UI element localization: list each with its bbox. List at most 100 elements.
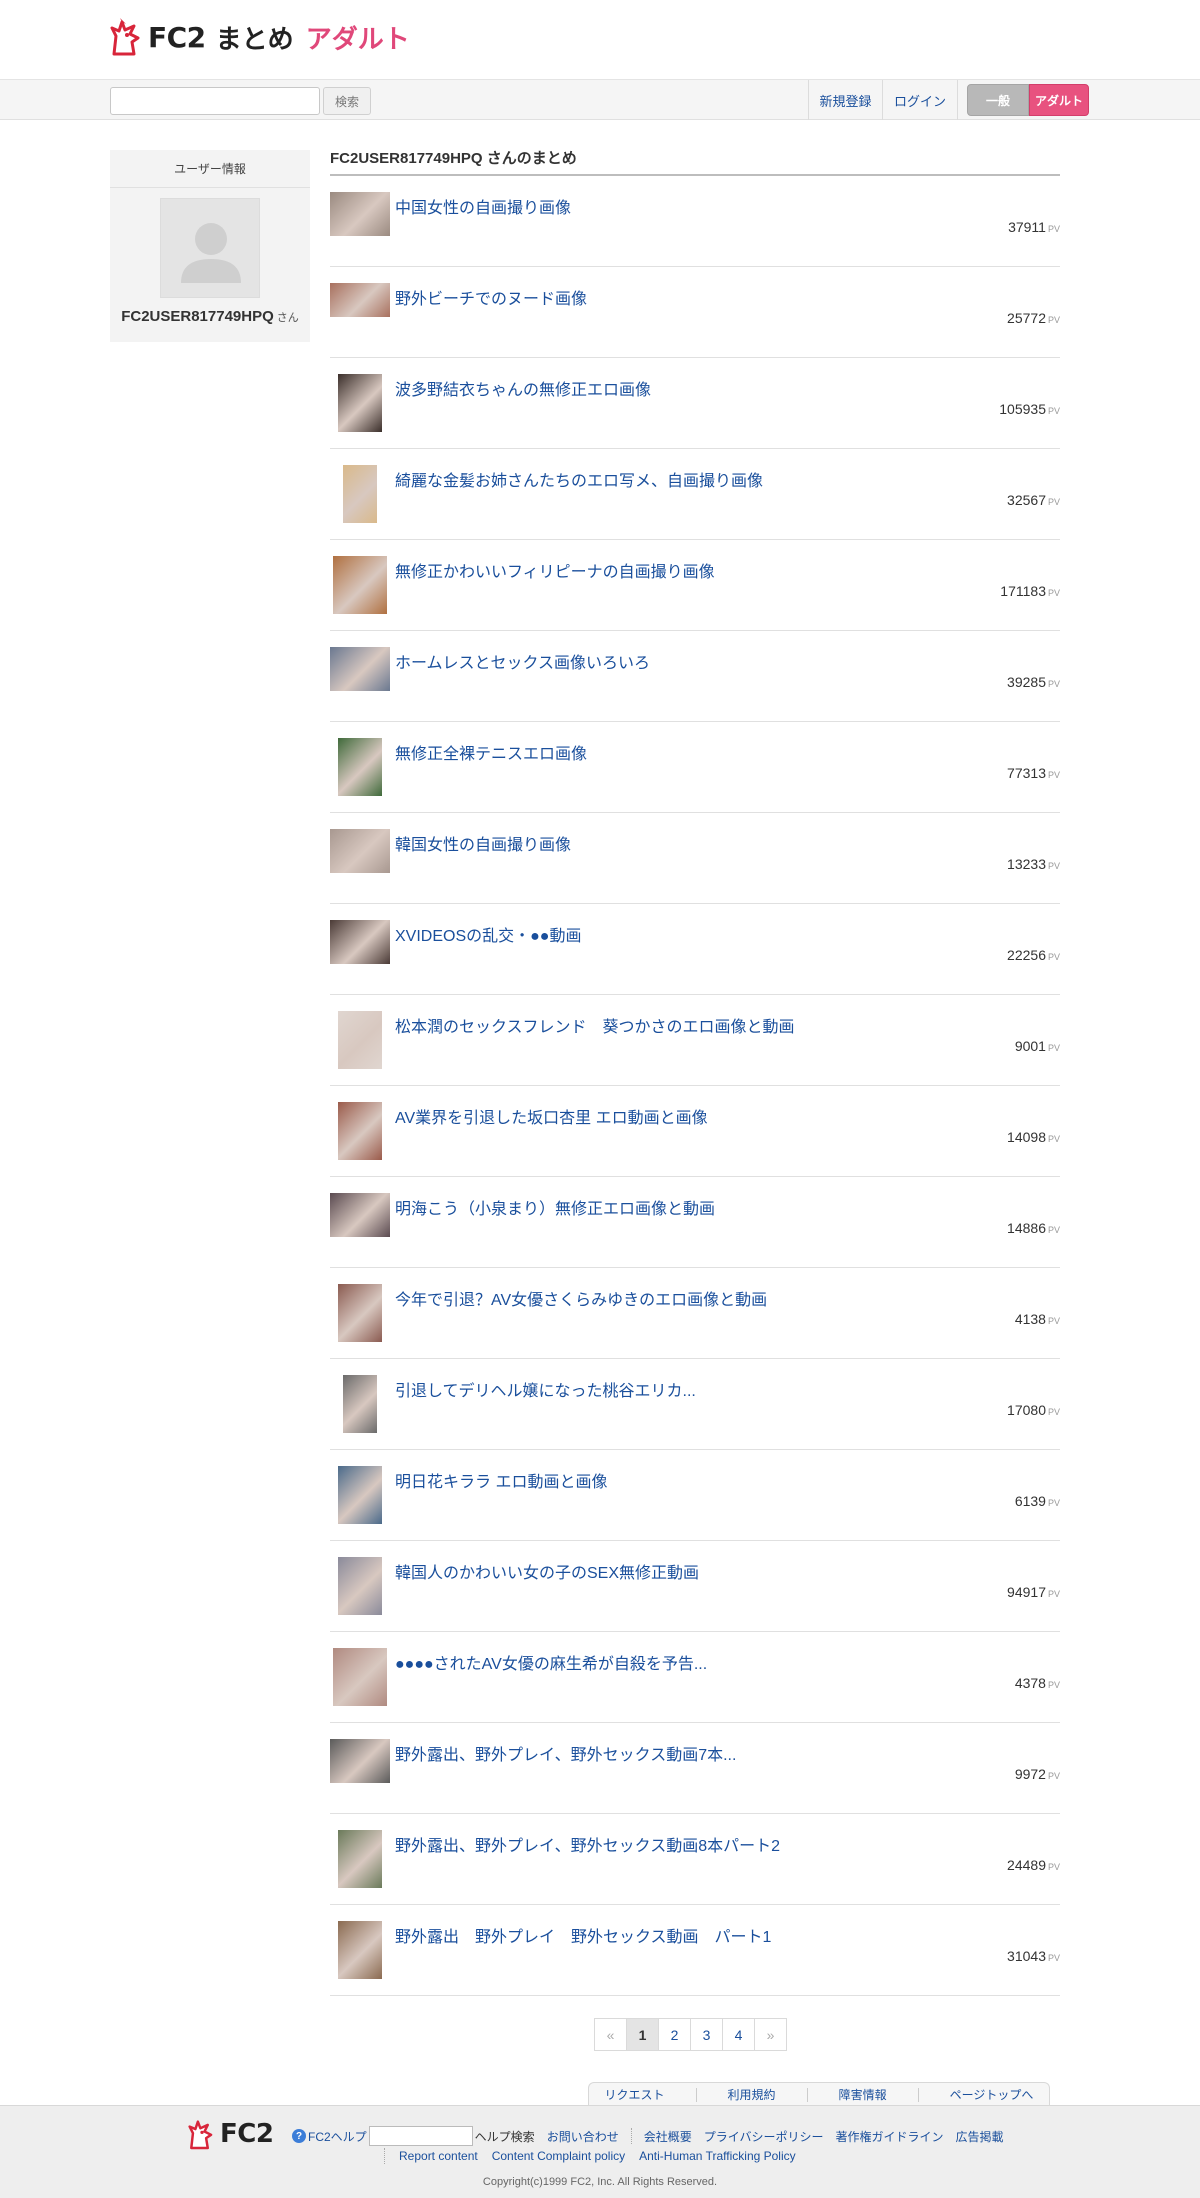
item-title-link[interactable]: 引退してデリヘル嬢になった桃谷エリカ... xyxy=(395,1377,696,1401)
username-text: FC2USER817749HPQ xyxy=(121,308,274,325)
item-title-link[interactable]: ホームレスとセックス画像いろいろ xyxy=(395,649,650,673)
item-thumbnail[interactable] xyxy=(330,920,390,976)
item-title-link[interactable]: 野外ビーチでのヌード画像 xyxy=(395,285,587,309)
register-link[interactable]: 新規登録 xyxy=(808,80,882,120)
main-content: FC2USER817749HPQ さんのまとめ 中国女性の自画撮り画像 37911… xyxy=(330,148,1060,1996)
item-title-link[interactable]: 野外露出 野外プレイ 野外セックス動画 パート1 xyxy=(395,1923,771,1947)
trafficking-policy-link[interactable]: Anti-Human Trafficking Policy xyxy=(639,2149,796,2163)
item-thumbnail[interactable] xyxy=(330,556,390,614)
item-title-link[interactable]: 野外露出、野外プレイ、野外セックス動画7本... xyxy=(395,1741,736,1765)
pv-value: 37911 xyxy=(1008,219,1046,235)
avatar[interactable] xyxy=(160,198,260,298)
footer-tab-request[interactable]: リクエスト xyxy=(605,2086,665,2103)
item-title-link[interactable]: 波多野結衣ちゃんの無修正エロ画像 xyxy=(395,376,651,400)
advertising-link[interactable]: 広告掲載 xyxy=(956,2128,1004,2145)
pagination-prev-button[interactable]: « xyxy=(594,2018,627,2051)
company-link[interactable]: 会社概要 xyxy=(644,2128,692,2145)
pagination-page-4[interactable]: 4 xyxy=(722,2018,755,2051)
item-thumbnail[interactable] xyxy=(330,647,390,703)
item-pv-count: 9001 PV xyxy=(1015,1038,1060,1054)
item-thumbnail[interactable] xyxy=(330,1375,390,1433)
item-title-link[interactable]: 明日花キララ エロ動画と画像 xyxy=(395,1468,607,1492)
privacy-link[interactable]: プライバシーポリシー xyxy=(704,2128,824,2145)
footer-tab-terms[interactable]: 利用規約 xyxy=(728,2086,776,2103)
list-item: 無修正全裸テニスエロ画像 77313 PV xyxy=(330,722,1060,813)
pv-value: 13233 xyxy=(1007,856,1046,872)
item-title-link[interactable]: ●●●●されたAV女優の麻生希が自殺を予告... xyxy=(395,1650,707,1674)
contact-link[interactable]: お問い合わせ xyxy=(547,2128,619,2145)
list-item: ●●●●されたAV女優の麻生希が自殺を予告... 4378 PV xyxy=(330,1632,1060,1723)
list-item: AV業界を引退した坂口杏里 エロ動画と画像 14098 PV xyxy=(330,1086,1060,1177)
copyright-text: Copyright(c)1999 FC2, Inc. All Rights Re… xyxy=(482,2176,718,2188)
report-content-link[interactable]: Report content xyxy=(399,2149,478,2163)
item-title-link[interactable]: 松本潤のセックスフレンド 葵つかさのエロ画像と動画 xyxy=(395,1013,795,1037)
item-thumbnail[interactable] xyxy=(330,374,390,432)
item-title-link[interactable]: 無修正全裸テニスエロ画像 xyxy=(395,740,587,764)
item-pv-count: 77313 PV xyxy=(1007,765,1060,781)
item-pv-count: 6139 PV xyxy=(1015,1493,1060,1509)
search-input[interactable] xyxy=(110,87,320,115)
footer-logo[interactable]: FC2 xyxy=(188,2118,274,2150)
item-thumbnail[interactable] xyxy=(330,738,390,796)
login-link[interactable]: ログイン xyxy=(882,80,958,120)
item-thumbnail[interactable] xyxy=(330,1466,390,1524)
thumbnail-image xyxy=(338,1830,382,1888)
item-title-link[interactable]: 無修正かわいいフィリピーナの自画撮り画像 xyxy=(395,558,715,582)
item-thumbnail[interactable] xyxy=(330,192,390,248)
adult-mode-button[interactable]: アダルト xyxy=(1029,84,1089,116)
pv-unit: PV xyxy=(1047,224,1060,234)
complaint-policy-link[interactable]: Content Complaint policy xyxy=(492,2149,625,2163)
fc2-unicorn-logo-icon xyxy=(110,18,140,56)
site-logo[interactable]: FC2 まとめ アダルト xyxy=(110,18,410,56)
item-thumbnail[interactable] xyxy=(330,1284,390,1342)
footer-tab-status[interactable]: 障害情報 xyxy=(839,2086,887,2103)
general-mode-button[interactable]: 一般 xyxy=(967,84,1029,116)
fc2-unicorn-logo-icon xyxy=(188,2120,213,2150)
item-thumbnail[interactable] xyxy=(330,829,390,885)
item-pv-count: 14886 PV xyxy=(1007,1220,1060,1236)
item-title-link[interactable]: 韓国人のかわいい女の子のSEX無修正動画 xyxy=(395,1559,699,1583)
pagination-page-2[interactable]: 2 xyxy=(658,2018,691,2051)
item-pv-count: 105935 PV xyxy=(999,401,1060,417)
help-search-button[interactable]: ヘルプ検索 xyxy=(475,2128,535,2145)
item-title-link[interactable]: 明海こう（小泉まり）無修正エロ画像と動画 xyxy=(395,1195,715,1219)
item-title-link[interactable]: XVIDEOSの乱交・●●動画 xyxy=(395,922,581,946)
item-title-link[interactable]: 韓国女性の自画撮り画像 xyxy=(395,831,571,855)
user-info-heading: ユーザー情報 xyxy=(110,150,310,188)
thumbnail-image xyxy=(330,283,390,317)
item-thumbnail[interactable] xyxy=(330,1739,390,1795)
item-thumbnail[interactable] xyxy=(330,1648,390,1706)
fc2-help-link[interactable]: FC2ヘルプ xyxy=(308,2128,367,2145)
item-thumbnail[interactable] xyxy=(330,1830,390,1888)
footer-divider xyxy=(630,2128,632,2144)
pv-unit: PV xyxy=(1047,1953,1060,1963)
item-title-link[interactable]: 中国女性の自画撮り画像 xyxy=(395,194,571,218)
item-thumbnail[interactable] xyxy=(330,1011,390,1069)
pagination-next-button[interactable]: » xyxy=(754,2018,787,2051)
search-button[interactable]: 検索 xyxy=(323,87,371,115)
item-thumbnail[interactable] xyxy=(330,283,390,339)
item-pv-count: 4378 PV xyxy=(1015,1675,1060,1691)
item-thumbnail[interactable] xyxy=(330,1921,390,1979)
pagination-page-1[interactable]: 1 xyxy=(626,2018,659,2051)
list-item: 今年で引退？AV女優さくらみゆきのエロ画像と動画 4138 PV xyxy=(330,1268,1060,1359)
copyright-guideline-link[interactable]: 著作権ガイドライン xyxy=(835,2128,943,2145)
footer-tab-pagetop[interactable]: ページトップへ xyxy=(950,2086,1034,2103)
item-thumbnail[interactable] xyxy=(330,1102,390,1160)
item-thumbnail[interactable] xyxy=(330,1557,390,1615)
list-item: 韓国女性の自画撮り画像 13233 PV xyxy=(330,813,1060,904)
item-title-link[interactable]: 綺麗な金髪お姉さんたちのエロ写メ、自画撮り画像 xyxy=(395,467,763,491)
item-title-link[interactable]: 野外露出、野外プレイ、野外セックス動画8本パート2 xyxy=(395,1832,780,1856)
pagination-page-3[interactable]: 3 xyxy=(690,2018,723,2051)
item-thumbnail[interactable] xyxy=(330,465,390,523)
help-icon: ? xyxy=(292,2129,306,2143)
item-pv-count: 14098 PV xyxy=(1007,1129,1060,1145)
thumbnail-image xyxy=(338,1557,382,1615)
item-title-link[interactable]: AV業界を引退した坂口杏里 エロ動画と画像 xyxy=(395,1104,708,1128)
list-item: 引退してデリヘル嬢になった桃谷エリカ... 17080 PV xyxy=(330,1359,1060,1450)
item-title-link[interactable]: 今年で引退？AV女優さくらみゆきのエロ画像と動画 xyxy=(395,1286,767,1310)
item-thumbnail[interactable] xyxy=(330,1193,390,1249)
pv-unit: PV xyxy=(1047,861,1060,871)
pv-unit: PV xyxy=(1047,1134,1060,1144)
help-search-input[interactable] xyxy=(368,2126,473,2146)
